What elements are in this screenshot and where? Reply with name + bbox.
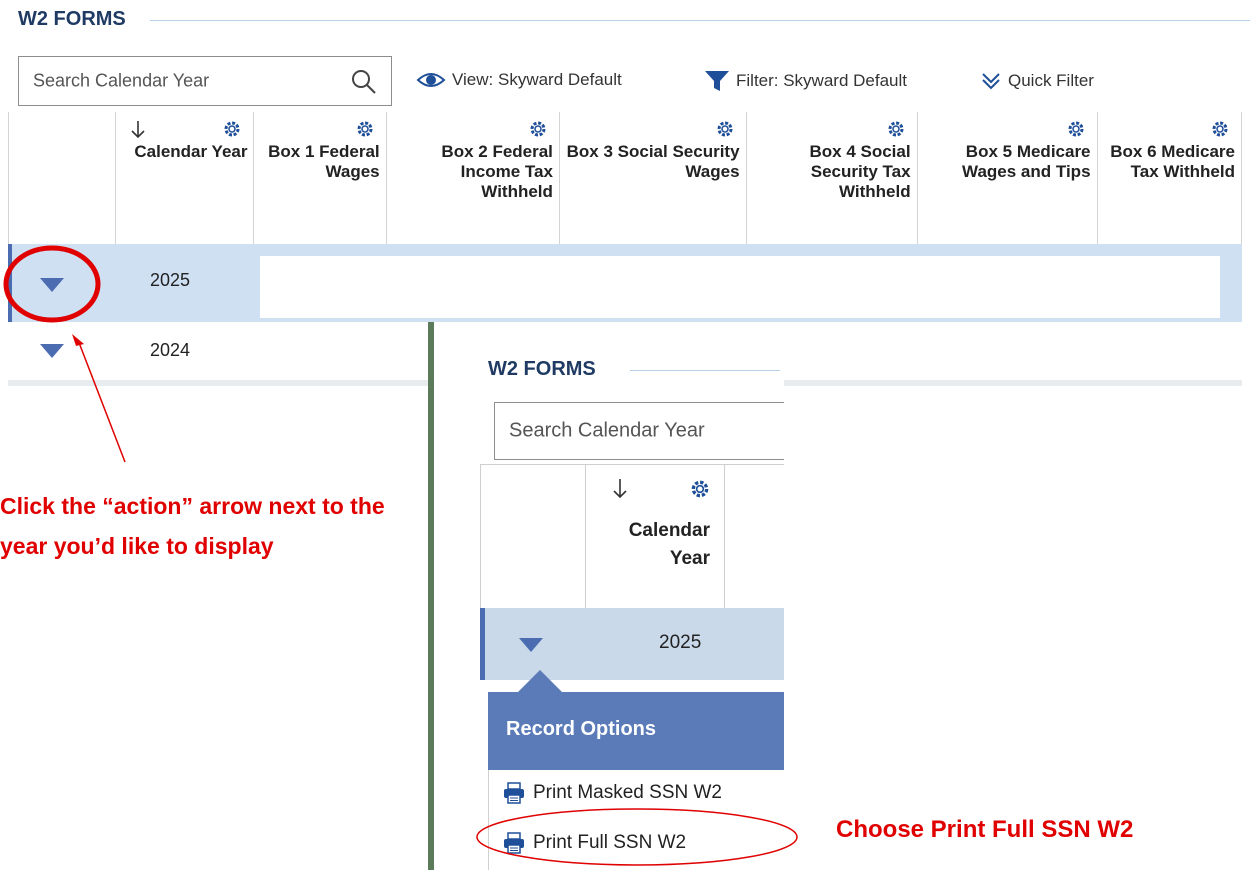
record-options-title: Record Options <box>506 718 657 740</box>
annotation-ellipse <box>476 808 798 866</box>
gear-icon[interactable] <box>223 120 241 138</box>
search-input[interactable]: Search Calendar Year <box>18 56 392 106</box>
redaction-box <box>260 256 1220 318</box>
annotation-right-note: Choose Print Full SSN W2 <box>836 816 1134 843</box>
inset-search-placeholder: Search Calendar Year <box>509 419 705 442</box>
filter-icon <box>705 71 729 91</box>
gear-icon[interactable] <box>690 479 710 499</box>
quick-filter-button[interactable]: Quick Filter <box>980 70 1094 92</box>
sort-down-icon[interactable] <box>130 119 146 139</box>
gear-icon[interactable] <box>716 120 734 138</box>
column-label: Calendar Year <box>134 142 248 161</box>
column-label: Box 4 Social Security Tax Withheld <box>809 142 911 201</box>
inset-action-arrow-icon[interactable] <box>519 638 543 652</box>
w2-table: Calendar Year Box 1 Federal Wages Box 2 … <box>8 112 1243 244</box>
inset-section-title: W2 FORMS <box>488 358 596 380</box>
section-title: W2 FORMS <box>18 8 126 30</box>
gear-icon[interactable] <box>1211 120 1229 138</box>
column-label: Box 5 Medicare Wages and Tips <box>962 142 1091 181</box>
column-header-box6[interactable]: Box 6 Medicare Tax Withheld <box>1096 112 1243 244</box>
chevron-double-down-icon <box>982 73 1000 90</box>
eye-icon <box>416 73 446 87</box>
inset-screenshot: W2 FORMS Search Calendar Year Calendar Y… <box>428 322 785 870</box>
filter-label: Filter: Skyward Default <box>736 71 907 90</box>
view-button[interactable]: View: Skyward Default <box>416 70 622 90</box>
inset-row-year: 2025 <box>659 632 702 653</box>
column-header-box5[interactable]: Box 5 Medicare Wages and Tips <box>916 112 1098 244</box>
row-year: 2024 <box>150 340 191 360</box>
inset-action-column <box>480 465 586 609</box>
column-header-box2[interactable]: Box 2 Federal Income Tax Withheld <box>385 112 560 244</box>
menu-pointer <box>518 670 562 692</box>
inset-column-header-calendar-year[interactable]: Calendar Year <box>584 465 725 609</box>
column-label: Box 1 Federal Wages <box>268 142 380 181</box>
gear-icon[interactable] <box>529 120 547 138</box>
gear-icon[interactable] <box>887 120 905 138</box>
column-header-box4[interactable]: Box 4 Social Security Tax Withheld <box>745 112 918 244</box>
column-header-box1[interactable]: Box 1 Federal Wages <box>253 112 387 244</box>
search-icon[interactable] <box>351 69 377 95</box>
sort-down-icon[interactable] <box>612 477 628 499</box>
inset-search-input[interactable]: Search Calendar Year <box>494 402 784 460</box>
column-label: Box 2 Federal Income Tax Withheld <box>441 142 553 201</box>
annotation-circle-arrow <box>3 245 126 463</box>
row-year: 2025 <box>150 270 191 290</box>
view-label: View: Skyward Default <box>452 70 622 89</box>
inset-section-divider <box>630 370 780 371</box>
section-divider <box>150 20 1250 21</box>
gear-icon[interactable] <box>356 120 374 138</box>
action-column-header <box>8 112 116 244</box>
filter-button[interactable]: Filter: Skyward Default <box>704 70 907 92</box>
column-header-calendar-year[interactable]: Calendar Year <box>114 112 255 244</box>
quick-filter-label: Quick Filter <box>1008 71 1094 90</box>
inset-column-label: Calendar Year <box>628 520 710 569</box>
inset-table-header: Calendar Year <box>480 464 784 609</box>
column-label: Box 3 Social Security Wages <box>566 142 740 181</box>
column-header-box3[interactable]: Box 3 Social Security Wages <box>558 112 747 244</box>
gear-icon[interactable] <box>1067 120 1085 138</box>
annotation-left-note: Click the “action” arrow next to the yea… <box>0 493 385 559</box>
search-placeholder: Search Calendar Year <box>33 70 210 91</box>
column-label: Box 6 Medicare Tax Withheld <box>1110 142 1235 181</box>
record-options-header: Record Options <box>488 692 784 770</box>
